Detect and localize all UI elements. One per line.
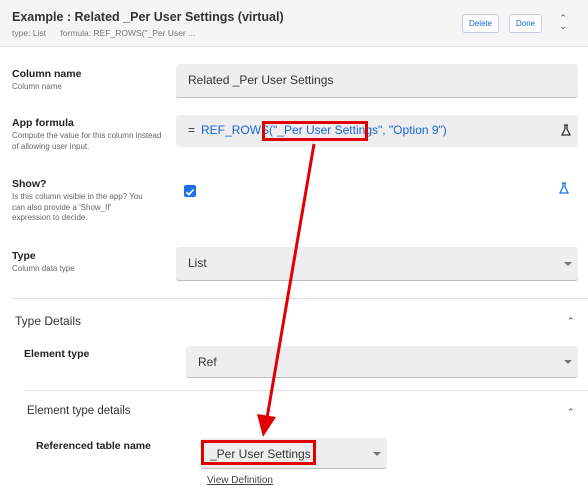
annotation-arrow xyxy=(257,143,316,437)
